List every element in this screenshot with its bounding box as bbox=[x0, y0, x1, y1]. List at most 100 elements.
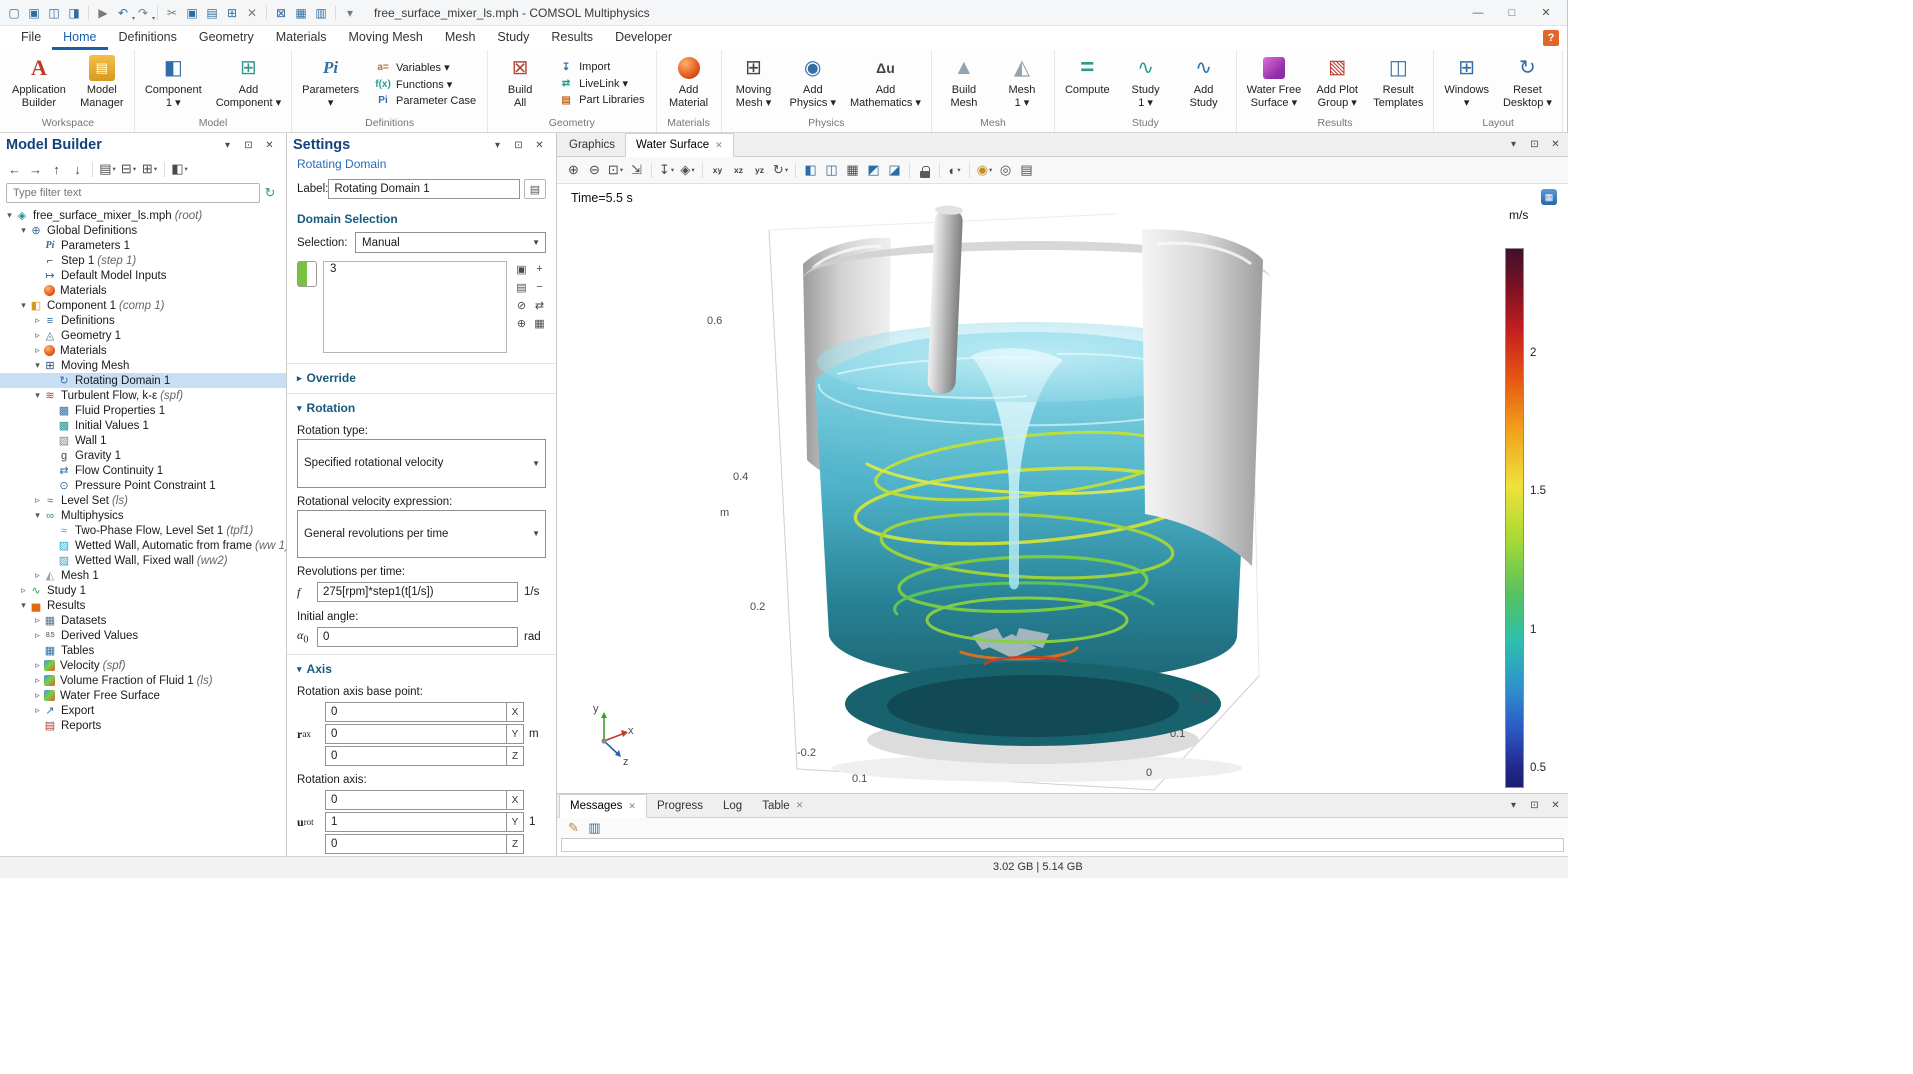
tree-item-flow-continuity-1[interactable]: ⇄Flow Continuity 1 bbox=[0, 463, 286, 478]
menu-results[interactable]: Results bbox=[540, 26, 604, 50]
ribbon-application-builder[interactable]: AApplicationBuilder bbox=[5, 52, 73, 115]
collapse-arrow-icon[interactable]: ▾ bbox=[32, 510, 43, 521]
paste-icon[interactable]: ▤ bbox=[202, 4, 222, 22]
plot-window-icon[interactable]: ▦ bbox=[1541, 189, 1557, 205]
rotate-view-icon[interactable]: ↻▾ bbox=[771, 161, 790, 180]
copy-icon[interactable]: ▣ bbox=[182, 4, 202, 22]
tree-item-two-phase-flow-level-set-1[interactable]: ≈Two-Phase Flow, Level Set 1(tpf1) bbox=[0, 523, 286, 538]
go-to-view-icon[interactable]: ↧▾ bbox=[657, 161, 676, 180]
yz-view-icon[interactable]: yz bbox=[750, 161, 769, 180]
tab-table[interactable]: Table✕ bbox=[752, 794, 813, 817]
panel-menu-icon[interactable]: ▾ bbox=[488, 136, 507, 155]
settings-window-icon[interactable]: ▦ bbox=[291, 4, 311, 22]
expand-arrow-icon[interactable]: ▹ bbox=[32, 315, 43, 326]
panel-close-icon[interactable]: ✕ bbox=[530, 136, 549, 155]
collapse-arrow-icon[interactable]: ▾ bbox=[32, 360, 43, 371]
expand-arrow-icon[interactable]: ▹ bbox=[32, 660, 43, 671]
rotation-axis-y-input[interactable] bbox=[325, 812, 507, 832]
tree-item-step-1[interactable]: ⌐Step 1(step 1) bbox=[0, 253, 286, 268]
menu-home[interactable]: Home bbox=[52, 26, 107, 50]
menu-moving-mesh[interactable]: Moving Mesh bbox=[337, 26, 433, 50]
menu-materials[interactable]: Materials bbox=[265, 26, 338, 50]
expand-arrow-icon[interactable]: ▹ bbox=[32, 330, 43, 341]
tree-item-materials[interactable]: Materials bbox=[0, 283, 286, 298]
previous-node-icon[interactable]: ▥ bbox=[311, 4, 331, 22]
selection-active-toggle[interactable] bbox=[297, 261, 317, 287]
tree-item-global-definitions[interactable]: ▾⊕Global Definitions bbox=[0, 223, 286, 238]
help-icon[interactable]: ? bbox=[1543, 30, 1559, 46]
ribbon-parameters[interactable]: PiParameters▾ bbox=[295, 52, 366, 115]
tree-item-derived-values[interactable]: ▹8.5Derived Values bbox=[0, 628, 286, 643]
transparency-icon[interactable]: ◩ bbox=[864, 161, 883, 180]
tree-item-initial-values-1[interactable]: ▩Initial Values 1 bbox=[0, 418, 286, 433]
delete-icon[interactable]: ✕ bbox=[242, 4, 262, 22]
tree-item-gravity-1[interactable]: gGravity 1 bbox=[0, 448, 286, 463]
collapse-all-icon[interactable]: ⊟▾ bbox=[119, 160, 138, 179]
tree-item-turbulent-flow-k[interactable]: ▾≋Turbulent Flow, k-ε(spf) bbox=[0, 388, 286, 403]
tree-item-velocity[interactable]: ▹Velocity(spf) bbox=[0, 658, 286, 673]
revolutions-input[interactable] bbox=[317, 582, 518, 602]
tree-item-parameters-1[interactable]: PiParameters 1 bbox=[0, 238, 286, 253]
tab-water-surface[interactable]: Water Surface✕ bbox=[625, 133, 734, 157]
wireframe-icon[interactable]: ◪ bbox=[885, 161, 904, 180]
ribbon-part-libraries[interactable]: ▤Part Libraries bbox=[551, 92, 650, 108]
move-up-icon[interactable]: ↑ bbox=[47, 160, 66, 179]
zoom-out-icon[interactable]: ⊖ bbox=[585, 161, 604, 180]
ribbon-reset-desktop[interactable]: ↻ResetDesktop ▾ bbox=[1496, 52, 1559, 115]
tree-item-wetted-wall-fixed-wall[interactable]: ▨Wetted Wall, Fixed wall(ww2) bbox=[0, 553, 286, 568]
expand-arrow-icon[interactable]: ▹ bbox=[18, 585, 29, 596]
tree-item-wetted-wall-automatic-from-frame[interactable]: ▨Wetted Wall, Automatic from frame(ww 1) bbox=[0, 538, 286, 553]
panel-detach-icon[interactable]: ⊡ bbox=[1525, 135, 1544, 154]
panel-detach-icon[interactable]: ⊡ bbox=[509, 136, 528, 155]
rename-label-icon[interactable]: ▤ bbox=[524, 179, 546, 199]
tab-graphics[interactable]: Graphics bbox=[559, 133, 625, 156]
ribbon-result-templates[interactable]: ◫ResultTemplates bbox=[1366, 52, 1430, 115]
tree-item-datasets[interactable]: ▹▦Datasets bbox=[0, 613, 286, 628]
rotation-axis-x-input[interactable] bbox=[325, 790, 507, 810]
duplicate-icon[interactable]: ⊞ bbox=[222, 4, 242, 22]
expand-arrow-icon[interactable]: ▹ bbox=[32, 570, 43, 581]
highlight-selection-icon[interactable]: ▦ bbox=[531, 315, 548, 331]
panel-close-icon[interactable]: ✕ bbox=[260, 136, 279, 155]
ribbon-water-free-surface[interactable]: Water FreeSurface ▾ bbox=[1240, 52, 1309, 115]
ribbon-study-1[interactable]: ∿Study1 ▾ bbox=[1117, 52, 1175, 115]
initial-angle-input[interactable] bbox=[317, 627, 518, 647]
run-icon[interactable]: ▶ bbox=[93, 4, 113, 22]
add-selection-icon[interactable]: + bbox=[531, 261, 548, 277]
model-tree-options-icon[interactable]: ◧▾ bbox=[170, 160, 189, 179]
panel-menu-icon[interactable]: ▾ bbox=[1504, 135, 1523, 154]
graphics-canvas[interactable]: Time=5.5 s ▦ m/s 21.510.5 0.60.4m0.2-0.2… bbox=[557, 184, 1568, 793]
base-point-y-input[interactable] bbox=[325, 724, 507, 744]
ribbon-compute[interactable]: =Compute bbox=[1058, 52, 1117, 115]
ribbon-functions[interactable]: f(x)Functions ▾ bbox=[368, 76, 482, 93]
show-grid-icon[interactable]: ▦ bbox=[843, 161, 862, 180]
override-section[interactable]: ▸ Override bbox=[287, 363, 556, 389]
rotation-axis-z-input[interactable] bbox=[325, 834, 507, 854]
panel-detach-icon[interactable]: ⊡ bbox=[1525, 796, 1544, 815]
ribbon-import[interactable]: ↧Import bbox=[551, 59, 650, 75]
selection-combo[interactable]: Manual ▼ bbox=[355, 232, 546, 253]
tree-item-wall-1[interactable]: ▨Wall 1 bbox=[0, 433, 286, 448]
tab-progress[interactable]: Progress bbox=[647, 794, 713, 817]
ribbon-windows[interactable]: ⊞Windows▾ bbox=[1437, 52, 1496, 115]
zoom-box-icon[interactable]: ⊡▾ bbox=[606, 161, 625, 180]
expand-arrow-icon[interactable]: ▹ bbox=[32, 690, 43, 701]
cut-icon[interactable]: ✂ bbox=[162, 4, 182, 22]
node-label-input[interactable] bbox=[328, 179, 520, 199]
ribbon-variables[interactable]: a=Variables ▾ bbox=[368, 59, 482, 76]
snapshot-icon[interactable]: ◎ bbox=[996, 161, 1015, 180]
ribbon-add-physics[interactable]: ◉AddPhysics ▾ bbox=[783, 52, 843, 115]
xy-view-icon[interactable]: xy bbox=[708, 161, 727, 180]
menu-definitions[interactable]: Definitions bbox=[108, 26, 188, 50]
tree-item-export[interactable]: ▹↗Export bbox=[0, 703, 286, 718]
close-tab-icon[interactable]: ✕ bbox=[715, 140, 723, 151]
swap-selection-icon[interactable]: ⇄ bbox=[531, 297, 548, 313]
messages-content[interactable] bbox=[561, 838, 1564, 852]
go-forward-icon[interactable]: → bbox=[26, 160, 45, 179]
ribbon-component-1[interactable]: ◧Component1 ▾ bbox=[138, 52, 209, 115]
environment-icon[interactable]: ◐▾ bbox=[945, 161, 964, 180]
ribbon-moving-mesh[interactable]: ⊞MovingMesh ▾ bbox=[725, 52, 783, 115]
close-tab-icon[interactable]: ✕ bbox=[628, 801, 636, 812]
tab-messages[interactable]: Messages✕ bbox=[559, 794, 647, 818]
ribbon-mesh-1[interactable]: ◭Mesh1 ▾ bbox=[993, 52, 1051, 115]
